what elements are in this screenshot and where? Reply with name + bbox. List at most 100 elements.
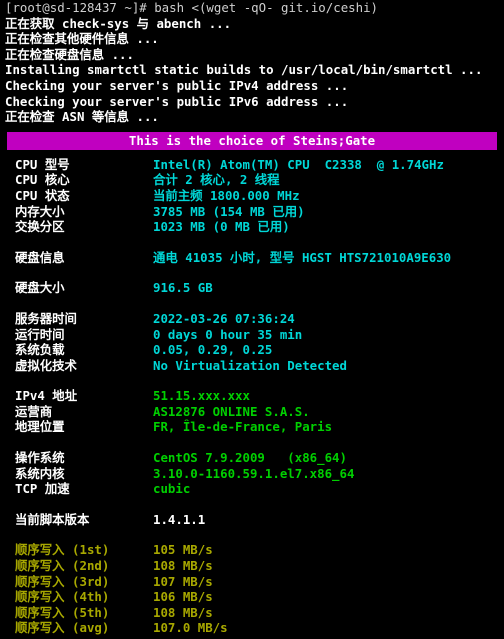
info-value: AS12876 ONLINE S.A.S. [153, 403, 310, 419]
info-row: 交换分区 1023 MB (0 MB 已用) [0, 219, 504, 235]
info-value: 0.05, 0.29, 0.25 [153, 342, 273, 358]
info-value: 2022-03-26 07:36:24 [153, 310, 295, 326]
info-row: 运行时间 0 days 0 hour 35 min [0, 327, 504, 343]
info-label: CPU 状态 [15, 187, 70, 203]
info-value: 合计 2 核心, 2 线程 [153, 172, 280, 188]
info-row: 内存大小 3785 MB (154 MB 已用) [0, 204, 504, 220]
section-cpu-memory: CPU 型号 Intel(R) Atom(TM) CPU C2338 @ 1.74… [0, 157, 504, 235]
info-label: 虚拟化技术 [15, 357, 77, 373]
info-value: 0 days 0 hour 35 min [153, 326, 303, 342]
info-row: 运营商 AS12876 ONLINE S.A.S. [0, 404, 504, 420]
info-row: CPU 核心 合计 2 核心, 2 线程 [0, 172, 504, 188]
info-value: 通电 41035 小时, 型号 HGST HTS721010A9E630 [153, 249, 452, 265]
info-label: 顺序写入 (3rd) [15, 573, 110, 589]
info-row: 地理位置 FR, Île-de-France, Paris [0, 419, 504, 435]
log-line: Checking your server's public IPv6 addre… [5, 93, 349, 109]
info-label: 系统内核 [15, 465, 65, 481]
info-row: 顺序写入 (4th) 106 MB/s [0, 589, 504, 605]
info-value: 107.0 MB/s [153, 620, 228, 636]
info-value: 3785 MB (154 MB 已用) [153, 203, 305, 219]
log-line: Installing smartctl static builds to /us… [5, 62, 483, 78]
info-row: 虚拟化技术 No Virtualization Detected [0, 358, 504, 374]
terminal-window[interactable]: [root@sd-128437 ~]# bash <(wget -qO- git… [0, 0, 504, 639]
section-network: IPv4 地址 51.15.xxx.xxx 运营商 AS12876 ONLINE S.… [0, 388, 504, 435]
log-line: 正在获取 check-sys 与 abench ... [5, 15, 232, 31]
info-label: 顺序写入 (avg) [15, 620, 110, 636]
info-value: 105 MB/s [153, 542, 213, 558]
info-row: 顺序写入 (2nd) 108 MB/s [0, 558, 504, 574]
info-row: 顺序写入 (3rd) 107 MB/s [0, 574, 504, 590]
info-value: 107 MB/s [153, 573, 213, 589]
info-label: IPv4 地址 [15, 388, 78, 404]
command-log-output: [root@sd-128437 ~]# bash <(wget -qO- git… [0, 0, 504, 125]
section-os: 操作系统 CentOS 7.9.2009 (x86_64) 系统内核 3.10.0-1… [0, 450, 504, 497]
info-row: 当前脚本版本 1.4.1.1 [0, 512, 504, 528]
info-value: 916.5 GB [153, 280, 213, 296]
info-value: 3.10.0-1160.59.1.el7.x86_64 [153, 465, 355, 481]
info-row: TCP 加速 cubic [0, 481, 504, 497]
info-value: 108 MB/s [153, 558, 213, 574]
section-disk-size: 硬盘大小 916.5 GB [0, 280, 504, 296]
info-label: 运营商 [15, 403, 53, 419]
section-disk-info: 硬盘信息 通电 41035 小时, 型号 HGST HTS721010A9E630 [0, 250, 504, 266]
info-value: Intel(R) Atom(TM) CPU C2338 @ 1.74GHz [153, 156, 444, 172]
section-disk-write-speed: 顺序写入 (1st) 105 MB/s 顺序写入 (2nd) 108 MB/s 顺序写入… [0, 542, 504, 636]
info-label: 顺序写入 (1st) [15, 542, 110, 558]
info-row: 服务器时间 2022-03-26 07:36:24 [0, 311, 504, 327]
info-label: 硬盘信息 [15, 249, 65, 265]
info-value: 51.15.xxx.xxx [153, 388, 250, 404]
info-label: 硬盘大小 [15, 280, 65, 296]
info-label: 交换分区 [15, 219, 65, 235]
log-line: 正在检查其他硬件信息 ... [5, 31, 159, 47]
info-value: cubic [153, 481, 191, 497]
info-value: 1023 MB (0 MB 已用) [153, 219, 290, 235]
info-row: IPv4 地址 51.15.xxx.xxx [0, 388, 504, 404]
info-value: FR, Île-de-France, Paris [153, 419, 333, 435]
info-row: 顺序写入 (avg) 107.0 MB/s [0, 620, 504, 636]
info-label: TCP 加速 [15, 481, 70, 497]
section-script-version: 当前脚本版本 1.4.1.1 [0, 512, 504, 528]
info-row: 硬盘大小 916.5 GB [0, 280, 504, 296]
info-label: 顺序写入 (4th) [15, 589, 110, 605]
info-value: 当前主频 1800.000 MHz [153, 187, 300, 203]
info-row: 操作系统 CentOS 7.9.2009 (x86_64) [0, 450, 504, 466]
info-row: 顺序写入 (1st) 105 MB/s [0, 542, 504, 558]
info-value: CentOS 7.9.2009 (x86_64) [153, 450, 347, 466]
info-label: 服务器时间 [15, 310, 77, 326]
log-line: Checking your server's public IPv4 addre… [5, 77, 349, 93]
info-label: CPU 核心 [15, 172, 70, 188]
log-line: 正在检查 ASN 等信息 ... [5, 109, 159, 125]
shell-prompt-line: [root@sd-128437 ~]# bash <(wget -qO- git… [5, 0, 378, 15]
system-info-table: CPU 型号 Intel(R) Atom(TM) CPU C2338 @ 1.74… [0, 157, 504, 636]
info-label: 内存大小 [15, 203, 65, 219]
section-system-status: 服务器时间 2022-03-26 07:36:24 运行时间 0 days 0 hou… [0, 311, 504, 373]
info-label: 地理位置 [15, 419, 65, 435]
info-label: 顺序写入 (2nd) [15, 558, 110, 574]
info-value: 108 MB/s [153, 604, 213, 620]
info-value: 1.4.1.1 [153, 511, 206, 527]
info-label: 当前脚本版本 [15, 511, 90, 527]
info-label: 系统负载 [15, 342, 65, 358]
steins-gate-banner: This is the choice of Steins;Gate [7, 131, 497, 150]
info-row: 顺序写入 (5th) 108 MB/s [0, 605, 504, 621]
info-label: 顺序写入 (5th) [15, 604, 110, 620]
info-row: CPU 状态 当前主频 1800.000 MHz [0, 188, 504, 204]
info-row: 系统内核 3.10.0-1160.59.1.el7.x86_64 [0, 466, 504, 482]
info-row: CPU 型号 Intel(R) Atom(TM) CPU C2338 @ 1.74… [0, 157, 504, 173]
info-value: 106 MB/s [153, 589, 213, 605]
info-label: 运行时间 [15, 326, 65, 342]
info-label: CPU 型号 [15, 156, 70, 172]
banner-container: This is the choice of Steins;Gate [0, 131, 504, 150]
info-label: 操作系统 [15, 450, 65, 466]
info-row: 系统负载 0.05, 0.29, 0.25 [0, 342, 504, 358]
info-row: 硬盘信息 通电 41035 小时, 型号 HGST HTS721010A9E630 [0, 250, 504, 266]
info-value: No Virtualization Detected [153, 357, 347, 373]
log-line: 正在检查硬盘信息 ... [5, 46, 134, 62]
